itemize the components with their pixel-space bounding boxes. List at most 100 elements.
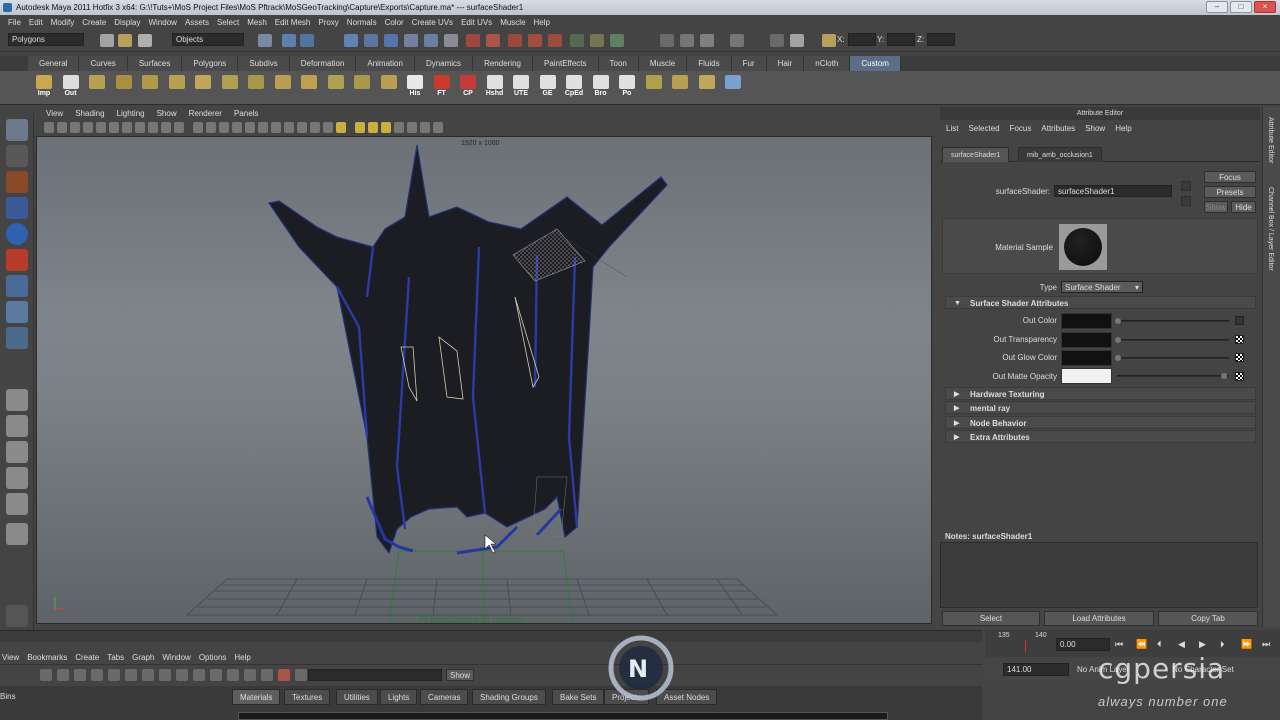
shelf-tab-muscle[interactable]: Muscle: [638, 56, 688, 71]
status-tool-icon[interactable]: [118, 34, 132, 47]
y-field[interactable]: [887, 33, 915, 46]
tab-surfaceshader1[interactable]: surfaceShader1: [942, 147, 1010, 162]
hypershade-menu-graph[interactable]: Graph: [130, 651, 160, 664]
shelf-tab-custom[interactable]: Custom: [850, 56, 901, 71]
shelf-item-tool-icon[interactable]: [140, 75, 160, 101]
viewport-tool-icon[interactable]: [284, 122, 294, 133]
menu-file[interactable]: File: [6, 18, 27, 27]
viewport-tool-icon[interactable]: [148, 122, 158, 133]
menu-edit[interactable]: Edit: [27, 18, 49, 27]
paint-tool-icon[interactable]: [6, 171, 28, 193]
render-icon[interactable]: [6, 605, 28, 627]
viewport-menu-show[interactable]: Show: [151, 107, 183, 120]
hypershade-menu-create[interactable]: Create: [73, 651, 105, 664]
status-tool-icon[interactable]: [444, 34, 458, 47]
viewport-tool-icon[interactable]: [135, 122, 145, 133]
shelf-tab-painteffects[interactable]: PaintEffects: [532, 56, 599, 71]
end-time-field[interactable]: 141.00: [1003, 663, 1069, 676]
menu-edit-uvs[interactable]: Edit UVs: [459, 18, 498, 27]
tab-mib-amb-occlusion1[interactable]: mib_amb_occlusion1: [1018, 147, 1102, 162]
ae-menu-list[interactable]: List: [942, 122, 964, 136]
viewport-tool-icon[interactable]: [174, 122, 184, 133]
ae-menu-selected[interactable]: Selected: [964, 122, 1005, 136]
shelf-item-tool-icon[interactable]: [193, 75, 213, 101]
manipulator-tool-icon[interactable]: [6, 275, 28, 297]
shelf-item-tool-icon[interactable]: [167, 75, 187, 101]
hypershade-tab-materials[interactable]: Materials: [232, 689, 281, 705]
hypershade-tab-shading-groups[interactable]: Shading Groups: [472, 689, 546, 705]
status-tool-icon[interactable]: [138, 34, 152, 47]
hypershade-tool-icon[interactable]: [295, 669, 307, 681]
status-tool-icon[interactable]: [548, 34, 562, 47]
menu-muscle[interactable]: Muscle: [498, 18, 531, 27]
input-connection-icon[interactable]: [1181, 181, 1191, 191]
shelf-item-tool-icon[interactable]: [87, 75, 107, 101]
hypershade-show-button[interactable]: Show: [446, 669, 474, 681]
shelf-tab-rendering[interactable]: Rendering: [473, 56, 533, 71]
show-button[interactable]: Show: [1204, 201, 1228, 213]
menu-set-dropdown[interactable]: Polygons: [8, 33, 84, 46]
shelf-item-tool-icon[interactable]: [273, 75, 293, 101]
status-tool-icon[interactable]: [660, 34, 674, 47]
viewport-tool-icon[interactable]: [219, 122, 229, 133]
shelf-item-tool-icon[interactable]: [723, 75, 743, 101]
ae-menu-focus[interactable]: Focus: [1006, 122, 1038, 136]
scale-tool-icon[interactable]: [6, 249, 28, 271]
menu-normals[interactable]: Normals: [345, 18, 383, 27]
shelf-tab-subdivs[interactable]: Subdivs: [238, 56, 290, 71]
hypershade-tool-icon[interactable]: [278, 669, 290, 681]
viewport-tool-icon[interactable]: [368, 122, 378, 133]
shelf-item-tool-icon[interactable]: [114, 75, 134, 101]
shelf-item-cped-icon[interactable]: CpEd: [564, 75, 584, 101]
status-tool-icon[interactable]: [508, 34, 522, 47]
3d-viewport[interactable]: 1920 x 1080 PFTrackCamera_01 (imboce): [36, 136, 932, 624]
viewport-tool-icon[interactable]: [161, 122, 171, 133]
hypershade-tab-bake-sets[interactable]: Bake Sets: [552, 689, 605, 705]
shelf-item-tool-icon[interactable]: [352, 75, 372, 101]
shelf-item-out-icon[interactable]: Out: [61, 75, 81, 101]
hypershade-tool-icon[interactable]: [74, 669, 86, 681]
side-layout-icon[interactable]: [6, 441, 28, 463]
section-mental-ray[interactable]: ▶ mental ray: [945, 401, 1256, 414]
viewport-tool-icon[interactable]: [109, 122, 119, 133]
out-color-slider[interactable]: [1115, 318, 1229, 324]
section-extra-attributes[interactable]: ▶ Extra Attributes: [945, 430, 1256, 443]
hypershade-tool-icon[interactable]: [210, 669, 222, 681]
x-field[interactable]: [848, 33, 876, 46]
status-tool-icon[interactable]: [822, 34, 836, 47]
status-tool-icon[interactable]: [486, 34, 500, 47]
rotate-tool-icon[interactable]: [6, 223, 28, 245]
hypershade-tool-icon[interactable]: [125, 669, 137, 681]
shelf-tab-surfaces[interactable]: Surfaces: [127, 56, 183, 71]
hypershade-menu-window[interactable]: Window: [160, 651, 196, 664]
ae-menu-show[interactable]: Show: [1081, 122, 1111, 136]
menu-edit-mesh[interactable]: Edit Mesh: [273, 18, 317, 27]
menu-select[interactable]: Select: [215, 18, 245, 27]
hypershade-tool-icon[interactable]: [57, 669, 69, 681]
hypershade-tool-icon[interactable]: [227, 669, 239, 681]
viewport-tool-icon[interactable]: [96, 122, 106, 133]
shelf-tab-dynamics[interactable]: Dynamics: [414, 56, 474, 71]
current-time-field[interactable]: 0.00: [1056, 638, 1110, 651]
shelf-tab-hair[interactable]: Hair: [766, 56, 805, 71]
load-attributes-button[interactable]: Load Attributes: [1044, 611, 1154, 626]
menu-color[interactable]: Color: [383, 18, 410, 27]
status-tool-icon[interactable]: [466, 34, 480, 47]
node-name-field[interactable]: surfaceShader1: [1054, 185, 1172, 197]
hypershade-menu-view[interactable]: View: [0, 651, 25, 664]
out-color-swatch[interactable]: [1061, 313, 1112, 329]
out-matte-opacity-swatch[interactable]: [1061, 368, 1112, 384]
select-tool-icon[interactable]: [6, 119, 28, 141]
status-tool-icon[interactable]: [300, 34, 314, 47]
shelf-item-his-icon[interactable]: His: [405, 75, 425, 101]
shelf-tab-fluids[interactable]: Fluids: [687, 56, 732, 71]
shelf-item-imp-icon[interactable]: Imp: [34, 75, 54, 101]
soft-mod-tool-icon[interactable]: [6, 301, 28, 323]
viewport-tool-icon[interactable]: [433, 122, 443, 133]
objects-field[interactable]: Objects: [172, 33, 244, 46]
hypershade-tool-icon[interactable]: [261, 669, 273, 681]
out-glow-color-swatch[interactable]: [1061, 350, 1112, 366]
shelf-tab-general[interactable]: General: [28, 56, 80, 71]
playback-button-icon[interactable]: ⏮: [1115, 639, 1123, 650]
copy-tab-button[interactable]: Copy Tab: [1158, 611, 1258, 626]
